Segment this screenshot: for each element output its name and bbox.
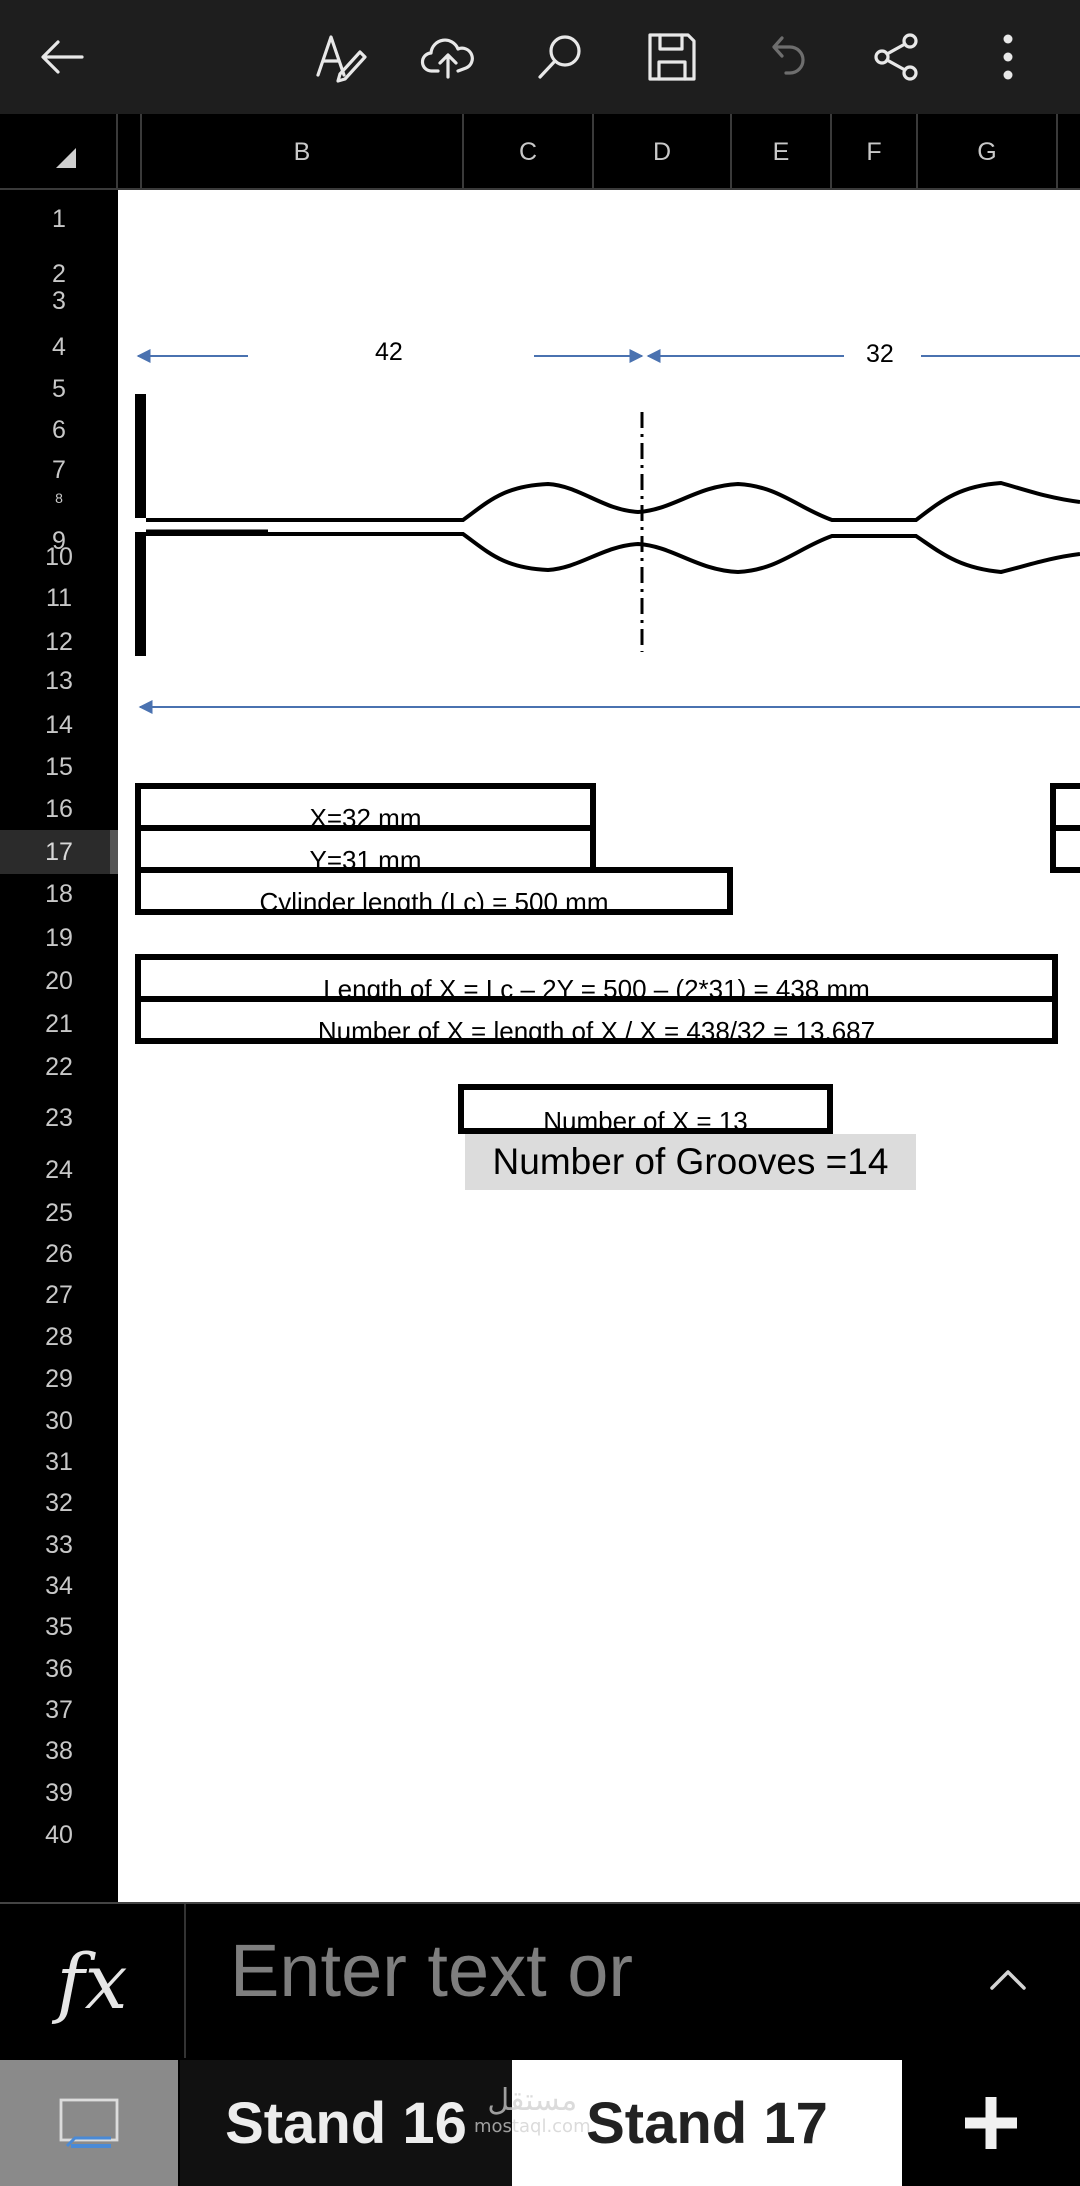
- row-header-39[interactable]: 39: [0, 1772, 118, 1814]
- cell-number-of-x[interactable]: Number of X = 13: [458, 1084, 833, 1134]
- back-button[interactable]: [22, 17, 102, 97]
- row-header-8[interactable]: 8: [0, 490, 118, 506]
- cylinder-drawing: [135, 349, 1080, 714]
- share-button[interactable]: [856, 17, 936, 97]
- row-header-17[interactable]: 17: [0, 830, 118, 874]
- column-header-f[interactable]: F: [832, 114, 918, 190]
- cell-number-of-grooves[interactable]: Number of Grooves =14: [465, 1134, 916, 1190]
- cell-x-value[interactable]: X=32 mm: [135, 783, 596, 831]
- row-header-16[interactable]: 16: [0, 788, 118, 830]
- row-header-40[interactable]: 40: [0, 1814, 118, 1856]
- text-format-button[interactable]: [300, 17, 380, 97]
- dimension-label-left: 42: [375, 338, 403, 366]
- select-all-icon: [56, 148, 76, 168]
- row-header-18[interactable]: 18: [0, 872, 118, 916]
- cell-number-of-x-calc[interactable]: Number of X = length of X / X = 438/32 =…: [135, 996, 1058, 1044]
- row-header-22[interactable]: 22: [0, 1046, 118, 1088]
- column-header-e[interactable]: E: [732, 114, 832, 190]
- function-button[interactable]: fx: [0, 1904, 186, 2058]
- formula-bar: fx Enter text or: [0, 1902, 1080, 2058]
- more-options-button[interactable]: [968, 17, 1048, 97]
- row-header-bar: 1 2 3 4 5 6 7 8 9 10 11 12 13 14 15 16 17 18 19 20 21 22 23 24 2…: [0, 190, 118, 1902]
- search-button[interactable]: [520, 17, 600, 97]
- row-header-26[interactable]: 26: [0, 1234, 118, 1275]
- row-header-36[interactable]: 36: [0, 1648, 118, 1690]
- save-icon: [648, 33, 696, 81]
- row-header-1[interactable]: 1: [0, 190, 118, 248]
- column-header-g[interactable]: G: [918, 114, 1058, 190]
- row-header-25[interactable]: 25: [0, 1192, 118, 1234]
- search-icon: [538, 35, 581, 79]
- row-header-14[interactable]: 14: [0, 704, 118, 746]
- row-header-5[interactable]: 5: [0, 368, 118, 410]
- row-header-27[interactable]: 27: [0, 1275, 118, 1316]
- cylinder-profile-top: [146, 480, 1080, 522]
- row-header-15[interactable]: 15: [0, 746, 118, 788]
- row-header-23[interactable]: 23: [0, 1088, 118, 1148]
- row-header-20[interactable]: 20: [0, 960, 118, 1002]
- cell-y-value[interactable]: Y=31 mm: [135, 825, 596, 873]
- row-header-24[interactable]: 24: [0, 1148, 118, 1192]
- column-header-a[interactable]: [120, 114, 142, 190]
- column-header-d[interactable]: D: [594, 114, 732, 190]
- sheet-list-icon: [59, 2098, 119, 2148]
- row-header-37[interactable]: 37: [0, 1690, 118, 1730]
- row-header-19[interactable]: 19: [0, 916, 118, 960]
- tab-stand-17[interactable]: Stand 17: [512, 2060, 902, 2186]
- cell-cylinder-length-text: Cylinder length (Lc) = 500 mm: [259, 887, 609, 915]
- row-header-7[interactable]: 7: [0, 450, 118, 490]
- select-all-corner[interactable]: [0, 114, 118, 190]
- row-header-13[interactable]: 13: [0, 660, 118, 702]
- dimension-label-right: 32: [866, 340, 894, 368]
- cell-offscreen-box-2[interactable]: [1050, 825, 1080, 873]
- cell-number-of-x-text: Number of X = 13: [543, 1106, 748, 1134]
- row-header-28[interactable]: 28: [0, 1316, 118, 1358]
- column-header-b[interactable]: B: [142, 114, 464, 190]
- chevron-up-icon: [990, 1970, 1026, 1990]
- more-options-icon: [1003, 34, 1013, 80]
- sheet-list-button[interactable]: [0, 2060, 178, 2186]
- cell-offscreen-box-1[interactable]: [1050, 783, 1080, 831]
- undo-button[interactable]: [744, 17, 824, 97]
- save-button[interactable]: [632, 17, 712, 97]
- add-sheet-button[interactable]: [902, 2060, 1080, 2186]
- formula-input[interactable]: Enter text or: [230, 1928, 633, 2013]
- cylinder-end-plate-top: [135, 394, 146, 518]
- cell-length-of-x[interactable]: Length of X = Lc – 2Y = 500 – (2*31) = 4…: [135, 954, 1058, 1002]
- row-header-35[interactable]: 35: [0, 1607, 118, 1648]
- row-header-21[interactable]: 21: [0, 1002, 118, 1046]
- cell-number-of-x-calc-text: Number of X = length of X / X = 438/32 =…: [317, 1016, 876, 1044]
- spreadsheet-grid[interactable]: 42 32 X=32 mm Y=31 mm Cylinder length (L…: [118, 190, 1080, 1902]
- row-header-3[interactable]: 3: [0, 276, 118, 326]
- sheet-tab-bar: Stand 16 Stand 17 مستقل mostaql.com: [0, 2060, 1080, 2186]
- column-header-c[interactable]: C: [464, 114, 594, 190]
- row-header-32[interactable]: 32: [0, 1482, 118, 1524]
- share-icon: [874, 33, 918, 81]
- row-header-6[interactable]: 6: [0, 410, 118, 450]
- row-header-11[interactable]: 11: [0, 578, 118, 618]
- cloud-upload-icon: [420, 38, 474, 79]
- row-header-34[interactable]: 34: [0, 1566, 118, 1607]
- back-arrow-icon: [41, 40, 84, 74]
- row-header-4[interactable]: 4: [0, 326, 118, 368]
- row-header-33[interactable]: 33: [0, 1524, 118, 1566]
- plus-icon: [965, 2097, 1017, 2149]
- row-header-29[interactable]: 29: [0, 1358, 118, 1400]
- text-format-icon: [316, 35, 367, 83]
- cylinder-profile-bottom: [146, 532, 1080, 575]
- upload-button[interactable]: [408, 17, 488, 97]
- cell-cylinder-length[interactable]: Cylinder length (Lc) = 500 mm: [135, 867, 733, 915]
- cylinder-end-plate-bottom: [135, 532, 146, 656]
- row-header-30[interactable]: 30: [0, 1400, 118, 1442]
- tab-stand-16[interactable]: Stand 16: [180, 2060, 512, 2186]
- expand-formula-button[interactable]: [976, 1948, 1040, 2012]
- row-selection-indicator: [110, 830, 118, 874]
- row-header-12[interactable]: 12: [0, 620, 118, 664]
- column-header-bar: B C D E F G: [0, 114, 1080, 190]
- toolbar: [0, 0, 1080, 114]
- row-header-38[interactable]: 38: [0, 1730, 118, 1772]
- row-header-31[interactable]: 31: [0, 1442, 118, 1482]
- undo-icon: [772, 36, 805, 75]
- row-header-10[interactable]: 10: [0, 536, 118, 578]
